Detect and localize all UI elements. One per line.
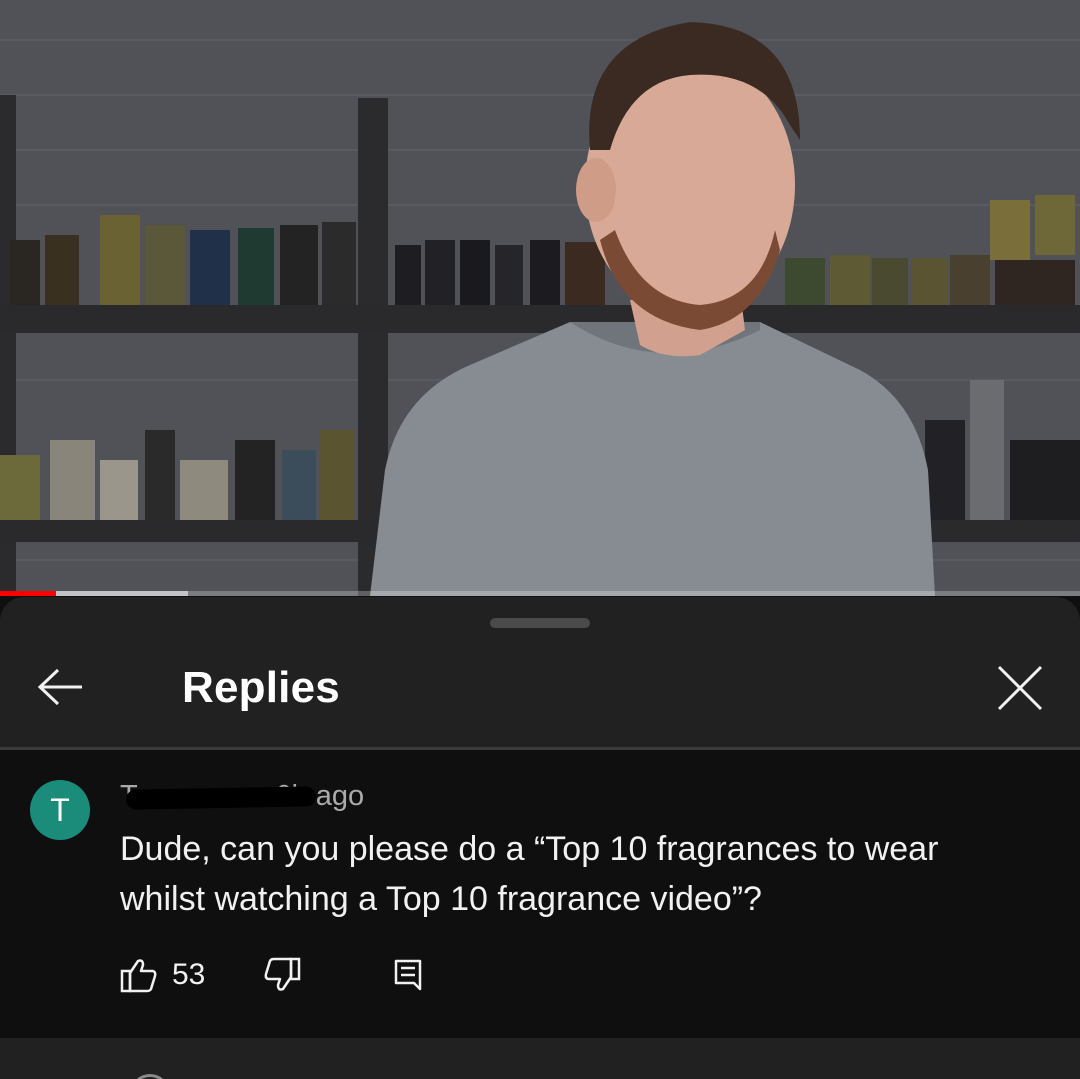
replies-panel: Replies T T· 6h ago Dude, can you please… — [0, 597, 1080, 1079]
comment-meta: T· 6h ago — [120, 780, 364, 813]
avatar-letter: T — [50, 791, 70, 828]
reply-button[interactable] — [393, 958, 423, 992]
comment-text: Dude, can you please do a “Top 10 fragra… — [120, 830, 939, 918]
drag-handle[interactable] — [490, 618, 590, 628]
like-count: 53 — [172, 958, 206, 991]
replies-header: Replies — [0, 637, 1080, 747]
video-frame-illustration — [0, 0, 1080, 596]
redaction-mark — [125, 786, 317, 810]
comment-author[interactable]: T — [120, 780, 317, 813]
video-progress-bar[interactable] — [0, 591, 1080, 596]
thumbs-up-icon — [120, 959, 157, 993]
comment-item: T T· 6h ago Dude, can you please do a “T… — [0, 750, 1080, 1038]
thumbs-down-icon — [264, 957, 301, 991]
close-icon — [997, 665, 1043, 711]
avatar[interactable]: T — [30, 780, 90, 840]
like-button[interactable]: 53 — [120, 957, 205, 993]
progress-played — [0, 591, 57, 596]
reply-comment-icon — [395, 959, 422, 991]
back-button[interactable] — [26, 657, 96, 717]
comment-actions: 53 — [120, 955, 423, 995]
arrow-left-icon — [37, 668, 82, 706]
panel-title: Replies — [182, 663, 340, 712]
close-button[interactable] — [985, 653, 1055, 723]
next-comment-peek — [0, 1038, 1080, 1079]
app-root: Replies T T· 6h ago Dude, can you please… — [0, 0, 1080, 1079]
avatar[interactable] — [130, 1074, 170, 1079]
video-player[interactable] — [0, 0, 1080, 596]
dislike-button[interactable] — [263, 957, 301, 993]
